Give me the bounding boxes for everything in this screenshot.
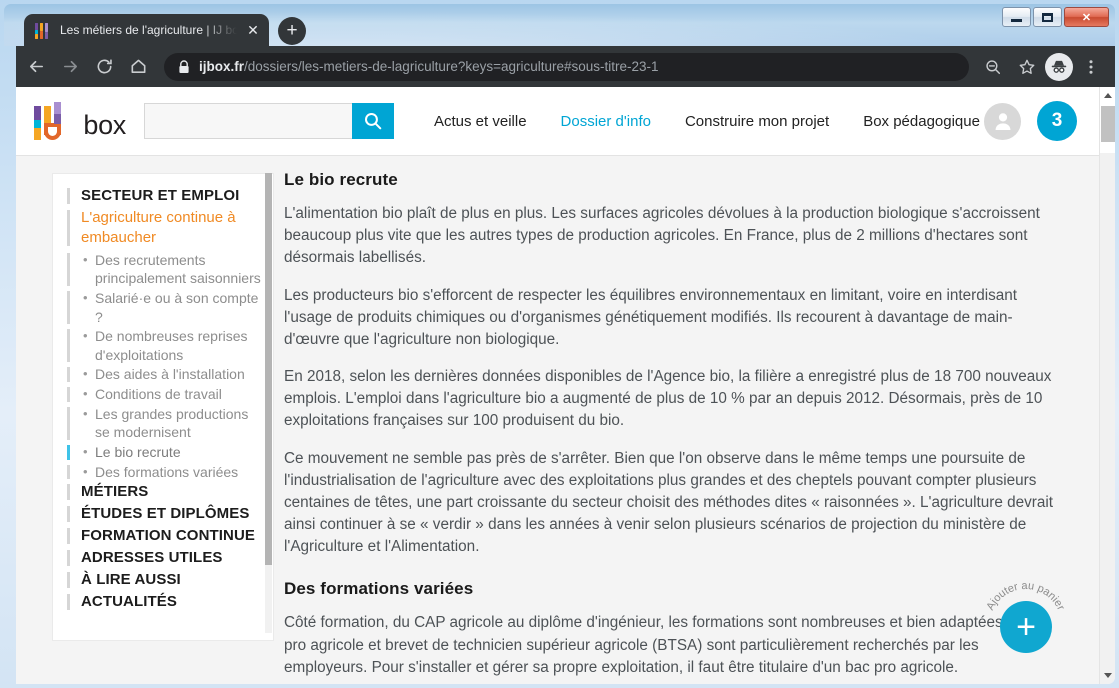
tab-title: Les métiers de l'agriculture | IJ box bbox=[60, 23, 237, 37]
bookmark-star-icon[interactable] bbox=[1011, 51, 1043, 83]
window-close-button[interactable]: ✕ bbox=[1064, 7, 1109, 27]
browser-window: ✕ Les métiers de l'agriculture | IJ box … bbox=[4, 4, 1115, 684]
window-maximize-button[interactable] bbox=[1033, 7, 1062, 27]
forward-button[interactable] bbox=[54, 51, 86, 83]
table-of-contents: SECTEUR ET EMPLOI L'agriculture continue… bbox=[52, 173, 274, 641]
minimize-icon bbox=[1011, 18, 1022, 22]
page-scrollbar[interactable] bbox=[1099, 87, 1115, 684]
nav-item-construire-mon-projet[interactable]: Construire mon projet bbox=[685, 113, 829, 130]
sidebar-item-salarie-e-ou-a-son-compte[interactable]: Salarié·e ou à son compte ? bbox=[67, 289, 263, 326]
sidebar-column: SECTEUR ET EMPLOI L'agriculture continue… bbox=[16, 156, 274, 684]
sidebar-item-secteur-et-emploi[interactable]: SECTEUR ET EMPLOI bbox=[67, 186, 263, 206]
address-bar-url: ijbox.fr/dossiers/les-metiers-de-lagricu… bbox=[199, 59, 659, 74]
nav-item-dossier-dinfo[interactable]: Dossier d'info bbox=[561, 113, 651, 130]
header-actions: 3 bbox=[984, 101, 1077, 141]
cart-count-badge[interactable]: 3 bbox=[1037, 101, 1077, 141]
content-area: SECTEUR ET EMPLOI L'agriculture continue… bbox=[16, 156, 1099, 684]
nav-item-box-pedagogique[interactable]: Box pédagogique bbox=[863, 113, 980, 130]
search-input[interactable] bbox=[144, 103, 352, 139]
chevron-down-icon bbox=[1104, 673, 1112, 678]
window-controls: ✕ bbox=[1002, 7, 1109, 27]
sidebar-item-a-lire-aussi[interactable]: À LIRE AUSSI bbox=[67, 570, 263, 590]
page-scrollbar-thumb[interactable] bbox=[1101, 106, 1115, 142]
add-to-cart-circle[interactable]: + bbox=[1000, 601, 1052, 653]
tab-close-button[interactable]: ✕ bbox=[245, 22, 261, 38]
sidebar-item-lagriculture-continue-a-embaucher[interactable]: L'agriculture continue à embaucher bbox=[67, 208, 263, 248]
reload-button[interactable] bbox=[88, 51, 120, 83]
zoom-icon[interactable] bbox=[977, 51, 1009, 83]
nav-item-actus-et-veille[interactable]: Actus et veille bbox=[434, 113, 527, 130]
sidebar-scrollbar[interactable] bbox=[265, 173, 272, 633]
sidebar-item-des-formations-variees[interactable]: Des formations variées bbox=[67, 463, 263, 482]
browser-chrome: Les métiers de l'agriculture | IJ box ✕ … bbox=[16, 4, 1115, 87]
search-button[interactable] bbox=[352, 103, 394, 139]
window-minimize-button[interactable] bbox=[1002, 7, 1031, 27]
chevron-up-icon bbox=[1104, 93, 1112, 98]
browser-tab[interactable]: Les métiers de l'agriculture | IJ box ✕ bbox=[24, 14, 269, 46]
browser-toolbar: ijbox.fr/dossiers/les-metiers-de-lagricu… bbox=[16, 46, 1115, 87]
scroll-down-button[interactable] bbox=[1100, 667, 1115, 684]
page-viewport: box Actus et veille Dossier d'info Const… bbox=[16, 87, 1115, 684]
article-paragraph-3: En 2018, selon les dernières données dis… bbox=[284, 368, 1052, 430]
ij-box-logo-icon bbox=[34, 102, 81, 142]
address-bar-domain: ijbox.fr bbox=[199, 59, 245, 74]
back-button[interactable] bbox=[20, 51, 52, 83]
user-icon bbox=[995, 113, 1010, 130]
lock-icon bbox=[179, 59, 189, 73]
avatar[interactable] bbox=[984, 102, 1021, 140]
home-button[interactable] bbox=[122, 51, 154, 83]
main-navigation: Actus et veille Dossier d'info Construir… bbox=[434, 113, 984, 130]
sidebar-item-adresses-utiles[interactable]: ADRESSES UTILES bbox=[67, 548, 263, 568]
sidebar-item-le-bio-recrute[interactable]: Le bio recrute bbox=[67, 443, 263, 462]
tab-strip: Les métiers de l'agriculture | IJ box ✕ … bbox=[16, 4, 1115, 46]
article-paragraph-2: Les producteurs bio s'efforcent de respe… bbox=[284, 286, 1018, 348]
address-bar[interactable]: ijbox.fr/dossiers/les-metiers-de-lagricu… bbox=[164, 52, 969, 81]
web-page: box Actus et veille Dossier d'info Const… bbox=[16, 87, 1099, 684]
address-bar-path: /dossiers/les-metiers-de-lagriculture?ke… bbox=[244, 59, 659, 74]
sidebar-item-les-grandes-productions-se-modernisent[interactable]: Les grandes productions se modernisent bbox=[67, 405, 263, 442]
sidebar-item-des-recrutements-principalement-saisonniers[interactable]: Des recrutements principalement saisonni… bbox=[67, 251, 263, 288]
incognito-indicator-icon[interactable] bbox=[1045, 52, 1073, 81]
article-paragraph-1: L'alimentation bio plaît de plus en plus… bbox=[284, 205, 1040, 267]
scroll-up-button[interactable] bbox=[1100, 87, 1115, 104]
sidebar-item-de-nombreuses-reprises-dexploitations[interactable]: De nombreuses reprises d'exploitations bbox=[67, 327, 263, 364]
sidebar-scrollbar-thumb[interactable] bbox=[265, 173, 272, 565]
sidebar-item-metiers[interactable]: MÉTIERS bbox=[67, 482, 263, 502]
sidebar-item-formation-continue[interactable]: FORMATION CONTINUE bbox=[67, 526, 263, 546]
maximize-icon bbox=[1042, 12, 1053, 22]
search-icon bbox=[365, 113, 382, 130]
plus-icon: + bbox=[1016, 608, 1036, 646]
site-logo-word: box bbox=[83, 110, 126, 140]
sidebar-item-conditions-de-travail[interactable]: Conditions de travail bbox=[67, 385, 263, 404]
add-to-cart-button[interactable]: Ajouter au panier + bbox=[978, 579, 1073, 674]
browser-menu-button[interactable] bbox=[1075, 51, 1107, 83]
site-header: box Actus et veille Dossier d'info Const… bbox=[16, 87, 1099, 156]
article-paragraph-5: Côté formation, du CAP agricole au diplô… bbox=[284, 614, 1038, 676]
article-paragraph-4: Ce mouvement ne semble pas près de s'arr… bbox=[284, 449, 1054, 556]
sidebar-item-actualites[interactable]: ACTUALITÉS bbox=[67, 592, 263, 612]
sidebar-item-des-aides-a-linstallation[interactable]: Des aides à l'installation bbox=[67, 365, 263, 384]
sidebar-item-etudes-et-diplomes[interactable]: ÉTUDES ET DIPLÔMES bbox=[67, 504, 263, 524]
article-heading-des-formations-variees: Des formations variées bbox=[284, 579, 474, 599]
article-body: Le bio recrute L'alimentation bio plaît … bbox=[274, 156, 1099, 684]
article-heading-le-bio-recrute: Le bio recrute bbox=[284, 170, 398, 189]
ij-box-favicon-icon bbox=[35, 22, 52, 39]
site-logo[interactable]: box bbox=[34, 100, 126, 142]
site-search bbox=[144, 103, 394, 139]
new-tab-button[interactable]: + bbox=[278, 17, 306, 45]
